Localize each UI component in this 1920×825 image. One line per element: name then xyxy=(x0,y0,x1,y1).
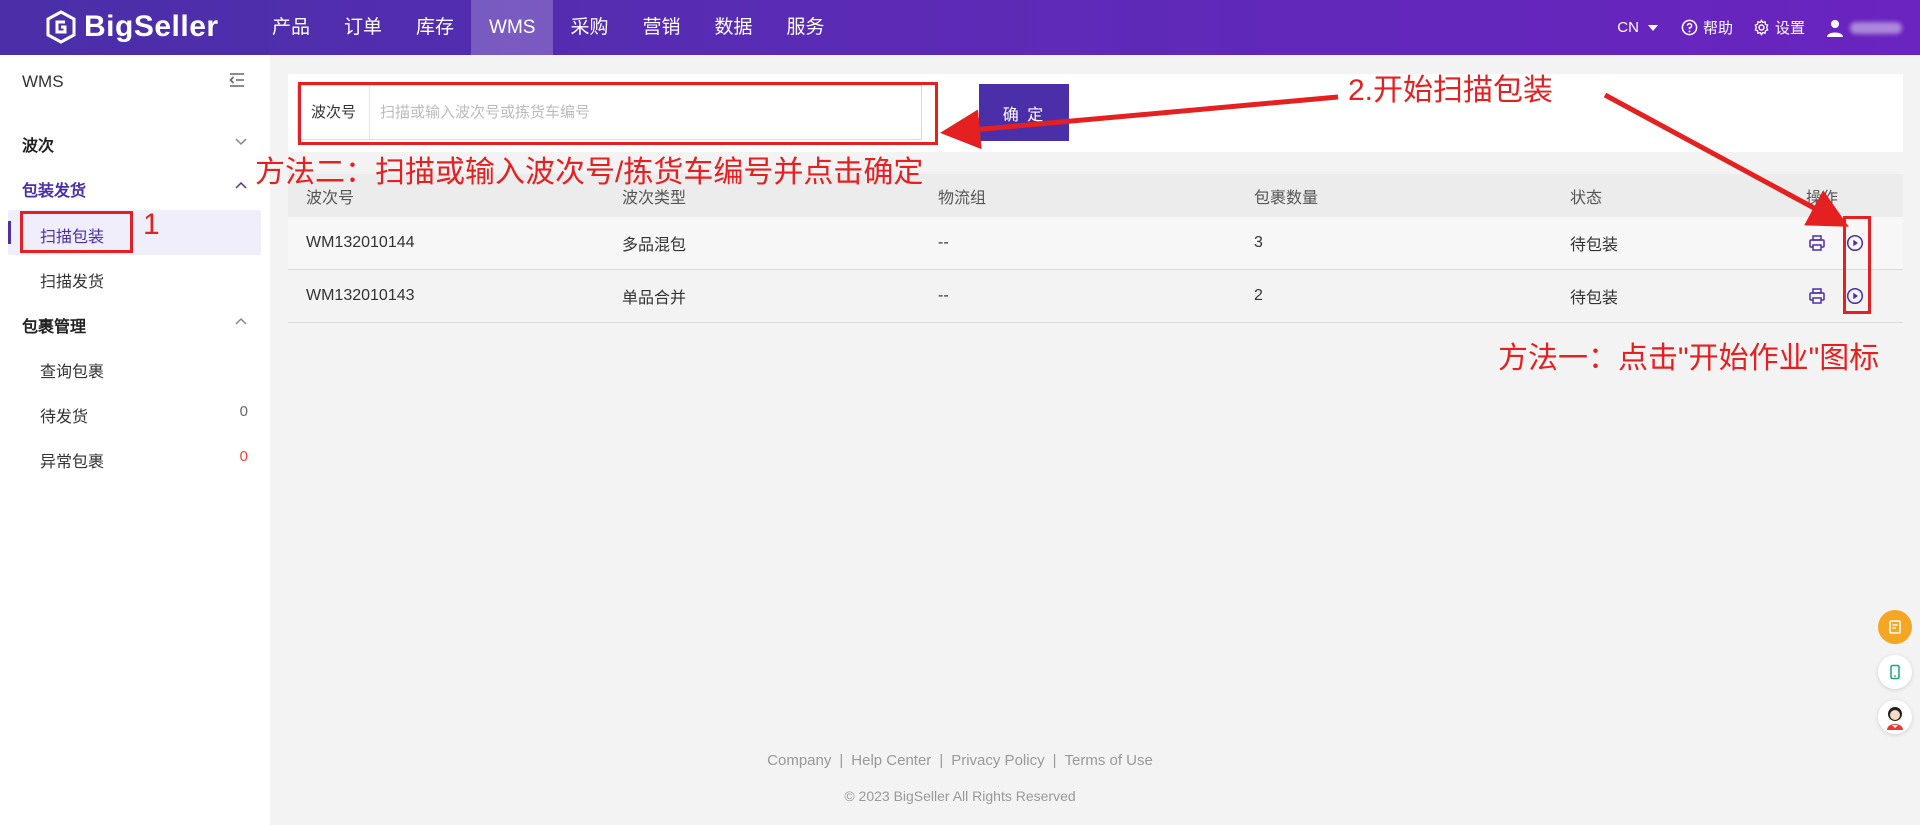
wave-type-cell: 多品混包 xyxy=(622,237,687,254)
nav-data[interactable]: 数据 xyxy=(698,0,770,55)
annotation-box-start-icons xyxy=(1843,216,1871,314)
user-icon xyxy=(1827,19,1843,37)
annotation-step-1: 1 xyxy=(143,208,160,241)
nav-inventory[interactable]: 库存 xyxy=(399,0,471,55)
settings-label: 设置 xyxy=(1774,20,1805,37)
language-label: CN xyxy=(1617,19,1639,36)
column-header: 物流组 xyxy=(938,189,987,207)
logistics-group-cell: -- xyxy=(938,234,949,251)
sidebar-group-parcel-management[interactable]: 包裹管理 xyxy=(22,313,248,337)
settings-link[interactable]: 设置 xyxy=(1753,17,1805,38)
sidebar-item-label: 待发货 xyxy=(40,409,89,426)
customer-service-button[interactable] xyxy=(1878,700,1912,734)
sidebar-item-label: 扫描发货 xyxy=(40,274,105,291)
gear-icon xyxy=(1754,19,1769,36)
annotation-step-2: 2.开始扫描包装 xyxy=(1348,74,1554,107)
wave-table: 波次号 波次类型 物流组 包裹数量 状态 操作 WM132010144 多品混包… xyxy=(288,174,1903,323)
logo-text: BigSeller xyxy=(84,10,219,43)
help-circle-icon xyxy=(1681,19,1698,36)
footer-link-terms[interactable]: Terms of Use xyxy=(1064,752,1152,769)
wave-type-cell: 单品合并 xyxy=(622,290,687,307)
chevron-up-icon xyxy=(235,317,247,325)
exception-count-badge: 0 xyxy=(239,448,248,465)
sidebar-item-pending-shipment[interactable]: 待发货 0 xyxy=(40,403,248,427)
support-agent-avatar-icon xyxy=(1887,707,1903,730)
wave-number-cell: WM132010143 xyxy=(306,287,415,304)
table-row: WM132010143 单品合并 -- 2 待包装 xyxy=(288,270,1903,323)
nav-orders[interactable]: 订单 xyxy=(327,0,399,55)
top-navigation-bar: BigSeller 产品 订单 库存 WMS 采购 营销 数据 服务 CN 帮助… xyxy=(0,0,1920,55)
sidebar-title: WMS xyxy=(22,72,64,91)
main-nav: 产品 订单 库存 WMS 采购 营销 数据 服务 xyxy=(255,0,842,55)
logistics-group-cell: -- xyxy=(938,287,949,304)
sidebar-group-label: 包裹管理 xyxy=(22,319,87,336)
top-right-tools: CN 帮助 设置 xyxy=(1617,0,1920,55)
active-item-indicator xyxy=(8,221,11,244)
chevron-up-icon xyxy=(235,181,247,189)
table-row: WM132010144 多品混包 -- 3 待包装 xyxy=(288,217,1903,270)
mobile-phone-icon xyxy=(1890,664,1900,680)
annotation-box-scan-pack xyxy=(20,211,133,253)
footer-copyright: © 2023 BigSeller All Rights Reserved xyxy=(844,788,1076,804)
footer-link-help-center[interactable]: Help Center xyxy=(851,752,931,769)
logo[interactable]: BigSeller xyxy=(44,8,219,46)
pending-count-badge: 0 xyxy=(239,403,248,420)
nav-products[interactable]: 产品 xyxy=(255,0,327,55)
user-menu[interactable] xyxy=(1825,18,1912,38)
sidebar-group-label: 包装发货 xyxy=(22,183,87,200)
annotation-method-2: 方法二：扫描或输入波次号/拣货车编号并点击确定 xyxy=(255,156,924,189)
parcel-count-cell: 3 xyxy=(1254,234,1263,251)
column-header: 状态 xyxy=(1570,189,1603,207)
sidebar-group-wave[interactable]: 波次 xyxy=(22,132,248,156)
sidebar-group-label: 波次 xyxy=(22,138,55,155)
status-cell: 待包装 xyxy=(1570,237,1619,254)
collapse-sidebar-icon[interactable] xyxy=(228,72,246,88)
sidebar-item-exception-parcel[interactable]: 异常包裹 0 xyxy=(40,448,248,472)
printer-icon[interactable] xyxy=(1806,285,1828,307)
help-link[interactable]: 帮助 xyxy=(1681,17,1733,38)
printer-icon[interactable] xyxy=(1806,232,1828,254)
wave-number-cell: WM132010144 xyxy=(306,234,415,251)
annotation-method-1: 方法一：点击"开始作业"图标 xyxy=(1498,342,1880,375)
feedback-button[interactable] xyxy=(1878,610,1912,644)
footer-link-company[interactable]: Company xyxy=(767,752,831,769)
help-label: 帮助 xyxy=(1702,20,1733,37)
footer-link-privacy[interactable]: Privacy Policy xyxy=(951,752,1044,769)
annotation-box-search xyxy=(298,82,938,145)
sidebar-item-scan-ship[interactable]: 扫描发货 xyxy=(40,268,248,292)
notes-icon xyxy=(1889,620,1901,634)
nav-services[interactable]: 服务 xyxy=(770,0,842,55)
parcel-count-cell: 2 xyxy=(1254,287,1263,304)
sidebar: WMS 波次 包装发货 扫描包装 扫描发货 包裹管理 查询包裹 待发货 0 异常… xyxy=(0,55,270,825)
sidebar-item-query-parcel[interactable]: 查询包裹 xyxy=(40,358,248,382)
nav-purchase[interactable]: 采购 xyxy=(553,0,625,55)
caret-down-icon xyxy=(1647,24,1658,31)
sidebar-item-label: 查询包裹 xyxy=(40,364,105,381)
column-header: 操作 xyxy=(1806,189,1839,207)
bigseller-logo-icon xyxy=(46,10,76,44)
language-selector[interactable]: CN xyxy=(1617,19,1661,36)
blurred-username xyxy=(1850,21,1902,34)
footer-links: Company | Help Center | Privacy Policy | Terms… xyxy=(767,752,1153,769)
status-cell: 待包装 xyxy=(1570,290,1619,307)
mobile-app-button[interactable] xyxy=(1878,655,1912,689)
sidebar-group-packing-shipping[interactable]: 包装发货 xyxy=(22,177,248,201)
nav-marketing[interactable]: 营销 xyxy=(626,0,698,55)
sidebar-item-label: 异常包裹 xyxy=(40,454,105,471)
confirm-button[interactable]: 确 定 xyxy=(979,84,1069,141)
column-header: 包裹数量 xyxy=(1254,189,1319,207)
chevron-down-icon xyxy=(235,138,247,146)
nav-wms[interactable]: WMS xyxy=(471,0,554,55)
